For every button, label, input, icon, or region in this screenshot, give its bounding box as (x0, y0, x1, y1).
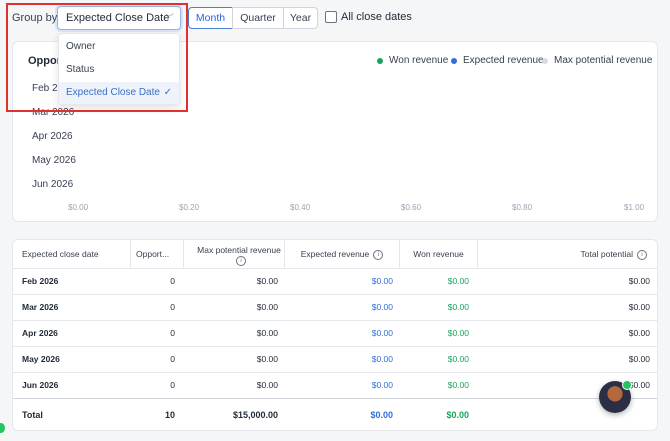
x-tick-label: $1.00 (624, 203, 644, 212)
col-header-expected-revenue[interactable]: Expected revenue i (285, 240, 400, 268)
y-tick-label: May 2026 (32, 155, 76, 166)
cell-date: Mar 2026 (22, 302, 59, 312)
cell-max: $0.00 (256, 354, 278, 364)
info-icon[interactable]: i (373, 249, 384, 260)
legend-label: Expected revenue (463, 55, 544, 66)
cell-count: 0 (170, 302, 175, 312)
highlight-box (6, 3, 188, 112)
x-tick-label: $0.60 (401, 203, 422, 212)
cell-won: $0.00 (447, 328, 469, 338)
col-header-total-potential[interactable]: Total potential i (478, 240, 657, 268)
col-header-opportunities[interactable]: Opport... (131, 240, 184, 268)
cell-expected: $0.00 (371, 328, 393, 338)
cell-count: 0 (170, 276, 175, 286)
table-row[interactable]: Feb 2026 0 $0.00 $0.00 $0.00 $0.00 (13, 268, 657, 294)
cell-total: $0.00 (628, 354, 650, 364)
cell-max: $0.00 (256, 328, 278, 338)
cell-count: 0 (170, 328, 175, 338)
legend-dot (542, 57, 548, 64)
cell-date: Jun 2026 (22, 380, 59, 390)
y-tick-label: Jun 2026 (32, 179, 74, 190)
all-close-dates-label[interactable]: All close dates (341, 11, 412, 23)
cell-date: May 2026 (22, 354, 60, 364)
legend-dot (377, 57, 383, 64)
total-won: $0.00 (446, 410, 469, 420)
online-status-dot (622, 380, 632, 390)
legend-dot (451, 57, 457, 64)
info-icon[interactable]: i (236, 255, 246, 266)
status-dot (0, 423, 5, 433)
col-header-won-revenue[interactable]: Won revenue (400, 240, 478, 268)
all-close-dates-checkbox[interactable] (325, 11, 337, 23)
period-month-button[interactable]: Month (188, 7, 233, 29)
period-year-button[interactable]: Year (283, 7, 318, 29)
cell-count: 0 (170, 380, 175, 390)
table-total-row: Total 10 $15,000.00 $0.00 $0.00 (13, 398, 657, 430)
cell-total: $0.00 (628, 302, 650, 312)
cell-won: $0.00 (447, 276, 469, 286)
total-expected: $0.00 (370, 410, 393, 420)
x-tick-label: $0.00 (68, 203, 89, 212)
y-tick-label: Apr 2026 (32, 131, 73, 142)
col-header-max-potential-revenue[interactable]: Max potential revenuei (184, 240, 285, 268)
table-row[interactable]: Jun 2026 0 $0.00 $0.00 $0.00 $0.00 (13, 372, 657, 398)
x-tick-label: $0.40 (290, 203, 311, 212)
cell-won: $0.00 (447, 354, 469, 364)
cell-max: $0.00 (256, 302, 278, 312)
data-table: Expected close date Opport... Max potent… (12, 239, 658, 431)
info-icon[interactable]: i (637, 249, 647, 260)
x-tick-label: $0.20 (179, 203, 200, 212)
legend-max-potential-revenue[interactable]: Max potential revenue (542, 55, 652, 66)
cell-won: $0.00 (447, 380, 469, 390)
cell-count: 0 (170, 354, 175, 364)
cell-expected: $0.00 (371, 354, 393, 364)
cell-date: Feb 2026 (22, 276, 59, 286)
cell-date: Apr 2026 (22, 328, 58, 338)
cell-won: $0.00 (447, 302, 469, 312)
legend-won-revenue[interactable]: Won revenue (377, 55, 448, 66)
table-row[interactable]: Mar 2026 0 $0.00 $0.00 $0.00 $0.00 (13, 294, 657, 320)
x-tick-label: $0.80 (512, 203, 533, 212)
total-max: $15,000.00 (232, 410, 278, 420)
cell-total: $0.00 (628, 328, 650, 338)
cell-max: $0.00 (256, 380, 278, 390)
legend-label: Won revenue (389, 55, 449, 66)
period-quarter-button[interactable]: Quarter (232, 7, 284, 29)
table-row[interactable]: May 2026 0 $0.00 $0.00 $0.00 $0.00 (13, 346, 657, 372)
total-label: Total (22, 410, 43, 420)
cell-expected: $0.00 (371, 276, 393, 286)
legend-label: Max potential revenue (554, 55, 653, 66)
col-header-expected-close-date[interactable]: Expected close date (13, 240, 131, 268)
legend-expected-revenue[interactable]: Expected revenue (451, 55, 544, 66)
cell-expected: $0.00 (371, 380, 393, 390)
table-row[interactable]: Apr 2026 0 $0.00 $0.00 $0.00 $0.00 (13, 320, 657, 346)
cell-expected: $0.00 (371, 302, 393, 312)
cell-max: $0.00 (256, 276, 278, 286)
total-count: 10 (164, 410, 175, 420)
cell-total: $0.00 (628, 276, 650, 286)
